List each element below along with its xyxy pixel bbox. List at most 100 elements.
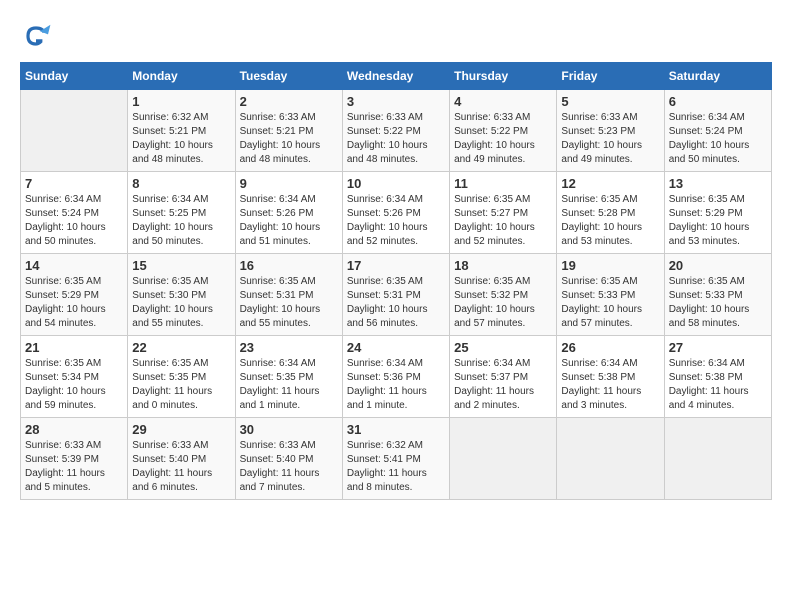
calendar-cell: 19 Sunrise: 6:35 AMSunset: 5:33 PMDayligh… [557,254,664,336]
day-number: 24 [347,340,445,355]
weekday-header: Thursday [450,63,557,90]
calendar-body: 1Sunrise: 6:32 AMSunset: 5:21 PMDaylight… [21,90,772,500]
day-number: 17 [347,258,445,273]
day-number: 31 [347,422,445,437]
weekday-header: Saturday [664,63,771,90]
day-info: Sunrise: 6:35 AMSunset: 5:29 PMDaylight:… [25,275,123,331]
logo [20,20,56,52]
calendar-cell: 27Sunrise: 6:34 AMSunset: 5:38 PMDayligh… [664,336,771,418]
day-info: Sunrise: 6:34 AMSunset: 5:37 PMDaylight:… [454,357,552,413]
header [20,20,772,52]
calendar-cell: 20 Sunrise: 6:35 AMSunset: 5:33 PMDayligh… [664,254,771,336]
calendar-week-row: 1Sunrise: 6:32 AMSunset: 5:21 PMDaylight… [21,90,772,172]
day-info: Sunrise: 6:34 AMSunset: 5:26 PMDaylight:… [347,193,445,249]
day-info: Sunrise: 6:35 AMSunset: 5:30 PMDaylight:… [132,275,230,331]
day-info: Sunrise: 6:33 AMSunset: 5:23 PMDaylight:… [561,111,659,167]
calendar-table: SundayMondayTuesdayWednesdayThursdayFrid… [20,62,772,500]
day-info: Sunrise: 6:33 AMSunset: 5:40 PMDaylight:… [240,439,338,495]
day-info: Sunrise: 6:33 AMSunset: 5:21 PMDaylight:… [240,111,338,167]
calendar-cell: 25 Sunrise: 6:34 AMSunset: 5:37 PMDayligh… [450,336,557,418]
calendar-week-row: 21 Sunrise: 6:35 AMSunset: 5:34 PMDayligh… [21,336,772,418]
day-number: 25 [454,340,552,355]
calendar-cell: 21 Sunrise: 6:35 AMSunset: 5:34 PMDayligh… [21,336,128,418]
day-info: Sunrise: 6:34 AMSunset: 5:35 PMDaylight:… [240,357,338,413]
day-number: 11 [454,176,552,191]
day-info: Sunrise: 6:32 AMSunset: 5:41 PMDaylight:… [347,439,445,495]
calendar-cell: 11 Sunrise: 6:35 AMSunset: 5:27 PMDayligh… [450,172,557,254]
day-info: Sunrise: 6:35 AMSunset: 5:32 PMDaylight:… [454,275,552,331]
logo-icon [20,20,52,52]
day-number: 23 [240,340,338,355]
day-info: Sunrise: 6:35 AMSunset: 5:33 PMDaylight:… [669,275,767,331]
calendar-cell: 8 Sunrise: 6:34 AMSunset: 5:25 PMDaylight… [128,172,235,254]
calendar-cell: 13Sunrise: 6:35 AMSunset: 5:29 PMDayligh… [664,172,771,254]
day-info: Sunrise: 6:32 AMSunset: 5:21 PMDaylight:… [132,111,230,167]
day-info: Sunrise: 6:35 AMSunset: 5:31 PMDaylight:… [240,275,338,331]
calendar-cell: 5 Sunrise: 6:33 AMSunset: 5:23 PMDaylight… [557,90,664,172]
day-info: Sunrise: 6:34 AMSunset: 5:38 PMDaylight:… [561,357,659,413]
day-number: 8 [132,176,230,191]
calendar-cell: 4 Sunrise: 6:33 AMSunset: 5:22 PMDaylight… [450,90,557,172]
day-info: Sunrise: 6:35 AMSunset: 5:34 PMDaylight:… [25,357,123,413]
day-info: Sunrise: 6:35 AMSunset: 5:35 PMDaylight:… [132,357,230,413]
day-info: Sunrise: 6:35 AMSunset: 5:31 PMDaylight:… [347,275,445,331]
calendar-cell: 23 Sunrise: 6:34 AMSunset: 5:35 PMDayligh… [235,336,342,418]
calendar-cell: 28 Sunrise: 6:33 AMSunset: 5:39 PMDayligh… [21,418,128,500]
day-info: Sunrise: 6:33 AMSunset: 5:22 PMDaylight:… [454,111,552,167]
day-number: 18 [454,258,552,273]
calendar-cell: 29Sunrise: 6:33 AMSunset: 5:40 PMDayligh… [128,418,235,500]
day-number: 7 [25,176,123,191]
day-number: 16 [240,258,338,273]
calendar-cell: 3Sunrise: 6:33 AMSunset: 5:22 PMDaylight… [342,90,449,172]
calendar-cell: 14 Sunrise: 6:35 AMSunset: 5:29 PMDayligh… [21,254,128,336]
weekday-header: Friday [557,63,664,90]
day-number: 30 [240,422,338,437]
day-number: 14 [25,258,123,273]
day-info: Sunrise: 6:34 AMSunset: 5:26 PMDaylight:… [240,193,338,249]
calendar-cell: 6 Sunrise: 6:34 AMSunset: 5:24 PMDaylight… [664,90,771,172]
calendar-cell [557,418,664,500]
calendar-week-row: 14 Sunrise: 6:35 AMSunset: 5:29 PMDayligh… [21,254,772,336]
calendar-cell [664,418,771,500]
day-number: 28 [25,422,123,437]
calendar-cell: 22 Sunrise: 6:35 AMSunset: 5:35 PMDayligh… [128,336,235,418]
day-info: Sunrise: 6:35 AMSunset: 5:29 PMDaylight:… [669,193,767,249]
calendar-cell: 1Sunrise: 6:32 AMSunset: 5:21 PMDaylight… [128,90,235,172]
calendar-header: SundayMondayTuesdayWednesdayThursdayFrid… [21,63,772,90]
day-number: 15 [132,258,230,273]
calendar-cell: 31 Sunrise: 6:32 AMSunset: 5:41 PMDayligh… [342,418,449,500]
day-number: 9 [240,176,338,191]
day-number: 27 [669,340,767,355]
weekday-header: Wednesday [342,63,449,90]
weekday-header: Tuesday [235,63,342,90]
day-info: Sunrise: 6:33 AMSunset: 5:39 PMDaylight:… [25,439,123,495]
calendar-cell: 10 Sunrise: 6:34 AMSunset: 5:26 PMDayligh… [342,172,449,254]
day-info: Sunrise: 6:35 AMSunset: 5:27 PMDaylight:… [454,193,552,249]
calendar-cell: 7 Sunrise: 6:34 AMSunset: 5:24 PMDaylight… [21,172,128,254]
calendar-cell: 30 Sunrise: 6:33 AMSunset: 5:40 PMDayligh… [235,418,342,500]
day-number: 5 [561,94,659,109]
day-info: Sunrise: 6:34 AMSunset: 5:24 PMDaylight:… [25,193,123,249]
calendar-cell: 26 Sunrise: 6:34 AMSunset: 5:38 PMDayligh… [557,336,664,418]
day-number: 22 [132,340,230,355]
day-info: Sunrise: 6:34 AMSunset: 5:25 PMDaylight:… [132,193,230,249]
day-info: Sunrise: 6:33 AMSunset: 5:40 PMDaylight:… [132,439,230,495]
day-info: Sunrise: 6:34 AMSunset: 5:24 PMDaylight:… [669,111,767,167]
day-info: Sunrise: 6:34 AMSunset: 5:36 PMDaylight:… [347,357,445,413]
day-number: 26 [561,340,659,355]
calendar-cell [450,418,557,500]
calendar-cell: 15 Sunrise: 6:35 AMSunset: 5:30 PMDayligh… [128,254,235,336]
calendar-cell: 16 Sunrise: 6:35 AMSunset: 5:31 PMDayligh… [235,254,342,336]
day-number: 4 [454,94,552,109]
calendar-cell: 2Sunrise: 6:33 AMSunset: 5:21 PMDaylight… [235,90,342,172]
day-info: Sunrise: 6:35 AMSunset: 5:33 PMDaylight:… [561,275,659,331]
calendar-cell: 18 Sunrise: 6:35 AMSunset: 5:32 PMDayligh… [450,254,557,336]
day-number: 21 [25,340,123,355]
calendar-week-row: 28 Sunrise: 6:33 AMSunset: 5:39 PMDayligh… [21,418,772,500]
day-number: 3 [347,94,445,109]
day-number: 6 [669,94,767,109]
day-number: 20 [669,258,767,273]
calendar-week-row: 7 Sunrise: 6:34 AMSunset: 5:24 PMDaylight… [21,172,772,254]
day-number: 10 [347,176,445,191]
day-number: 19 [561,258,659,273]
